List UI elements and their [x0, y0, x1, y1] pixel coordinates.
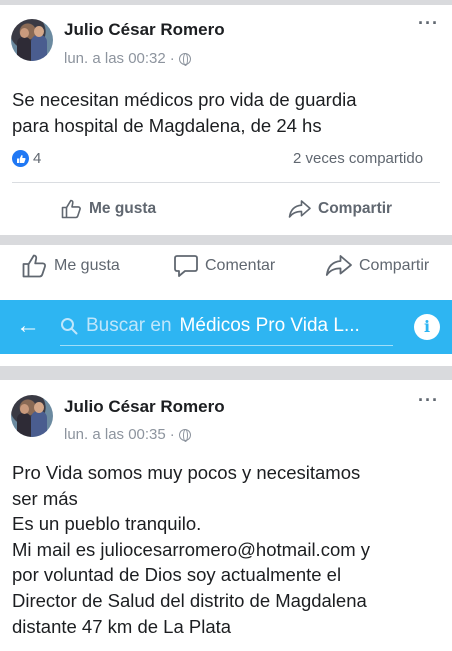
share-label: Compartir [318, 200, 393, 217]
likes-count: 4 [33, 150, 42, 167]
post-line: Mi mail es juliocesarromero@hotmail.com … [12, 538, 371, 560]
post-line: por voluntad de Dios soy actualmente el [12, 564, 342, 586]
share-arrow-icon [288, 200, 311, 218]
search-icon [61, 318, 78, 335]
post-line: ser más [12, 487, 78, 509]
info-icon[interactable]: i [414, 314, 440, 340]
share-button[interactable]: Compartir [325, 254, 429, 278]
comment-button[interactable]: Comentar [173, 254, 275, 278]
author-avatar[interactable] [11, 395, 53, 437]
post-line: Se necesitan médicos pro vida de guardia [12, 89, 357, 110]
post-timestamp[interactable]: lun. a las 00:32 · [64, 50, 191, 67]
divider [12, 182, 440, 183]
author-name[interactable]: Julio César Romero [64, 397, 225, 417]
post-line: Es un pueblo tranquilo. [12, 513, 202, 535]
post-line: distante 47 km de La Plata [12, 615, 232, 637]
search-prefix: Buscar en [86, 315, 172, 336]
author-avatar[interactable] [11, 19, 53, 61]
share-arrow-icon [325, 255, 352, 276]
timestamp-text: lun. a las 00:35 [64, 426, 166, 443]
like-reaction-icon [12, 150, 29, 167]
post1-like-button[interactable]: Me gusta [61, 199, 156, 219]
post-card-2: Julio César Romero lun. a las 00:35 · ··… [0, 380, 452, 651]
post-line: Pro Vida somos muy pocos y necesitamos [12, 462, 361, 483]
post-line: para hospital de Magdalena, de 24 hs [12, 115, 322, 136]
comment-bubble-icon [174, 255, 198, 277]
group-search-input[interactable]: Buscar en Médicos Pro Vida L... [60, 315, 360, 337]
post-card-1: Julio César Romero lun. a las 00:32 · ··… [0, 5, 452, 235]
more-options-icon[interactable]: ··· [418, 390, 439, 411]
shares-count[interactable]: 2 veces compartido [293, 150, 423, 167]
reactions-summary[interactable]: 4 [12, 150, 41, 167]
globe-icon [178, 52, 191, 66]
post-line: Director de Salud del distrito de Magdal… [12, 589, 367, 611]
thumbs-up-icon [61, 199, 81, 219]
like-label: Me gusta [89, 200, 157, 217]
more-options-icon[interactable]: ··· [418, 13, 439, 34]
thumbs-up-icon [22, 254, 47, 278]
meta-separator: · [169, 426, 175, 443]
back-arrow-icon[interactable]: ← [16, 314, 40, 338]
like-label: Me gusta [54, 257, 120, 274]
timestamp-text: lun. a las 00:32 [64, 50, 166, 67]
spacer [0, 354, 452, 366]
action-bar: Me gusta Comentar Compartir [0, 245, 452, 300]
author-name[interactable]: Julio César Romero [64, 20, 225, 40]
like-button[interactable]: Me gusta [22, 254, 120, 278]
post-timestamp[interactable]: lun. a las 00:35 · [64, 426, 191, 443]
meta-separator: · [169, 50, 175, 67]
share-label: Compartir [359, 257, 430, 274]
comment-label: Comentar [205, 257, 276, 274]
post-body: Se necesitan médicos pro vida de guardia… [12, 87, 357, 139]
search-underline [60, 345, 393, 346]
globe-icon [178, 428, 191, 442]
search-group-name: Médicos Pro Vida L... [179, 315, 360, 336]
section-separator [0, 235, 452, 245]
group-search-bar: ← Buscar en Médicos Pro Vida L... i [0, 300, 452, 354]
post1-share-button[interactable]: Compartir [288, 199, 392, 219]
section-separator [0, 366, 452, 380]
post-body: Pro Vida somos muy pocos y necesitamos s… [12, 460, 370, 639]
